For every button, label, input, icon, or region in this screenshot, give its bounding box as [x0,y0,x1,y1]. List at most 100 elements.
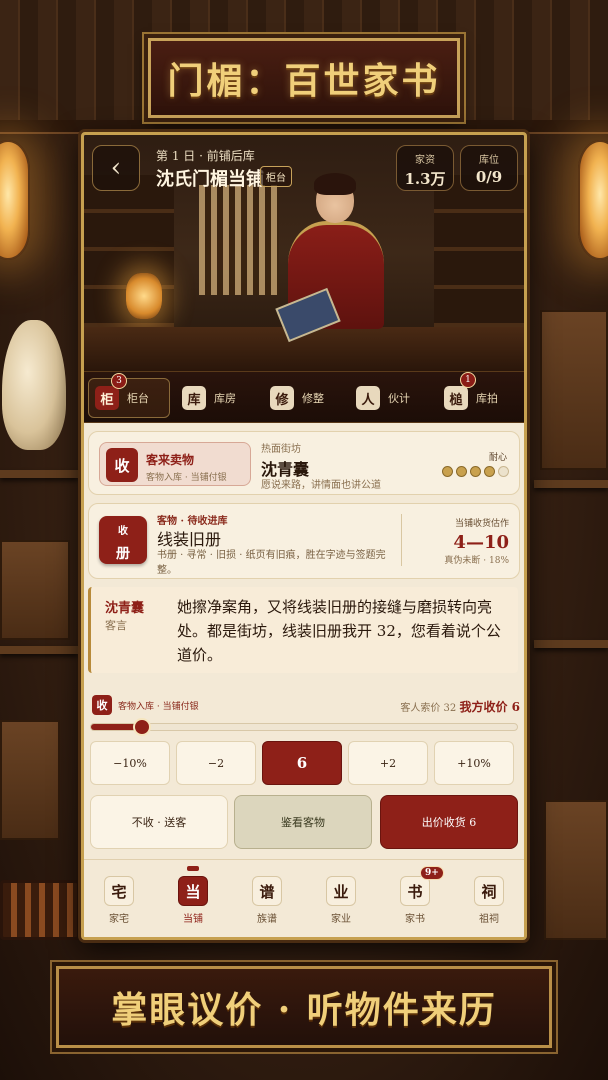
buy-icon: 收 [92,695,112,715]
refuse-button[interactable]: 不收 · 送客 [90,795,228,849]
asking-price: 客人索价 32 [400,703,457,714]
patience-dot [442,466,453,477]
item-icon[interactable]: 收 册 [99,516,147,564]
storage-value: 0/9 [475,168,503,186]
price-estimate: 当铺收货估作 4—10 真伪未断 · 18% [444,516,509,566]
letters-icon: 书 [400,876,430,906]
price-current[interactable]: 6 [262,741,342,785]
wealth-value: 1.3万 [404,170,446,188]
item-name: 线装旧册 [157,530,222,549]
tab-label: 族谱 [257,914,277,925]
shopkeeper-portrait [275,173,392,343]
shop-scene: ‹ 第 1 日 · 前铺后库 沈氏门楣当铺 柜台 家资 1.3万 库位 0/9 [84,135,524,371]
price-slider[interactable] [90,718,518,736]
staff-icon: 人 [356,386,380,410]
price-plus-10pct[interactable]: +10% [434,741,514,785]
buy-mode-icon: 收 [106,448,138,482]
wealth-label: 家资 [415,155,435,166]
shrine-icon: 祠 [474,876,504,906]
app-screen: ‹ 第 1 日 · 前铺后库 沈氏门楣当铺 柜台 家资 1.3万 库位 0/9 … [81,132,527,940]
stacked-boxes [0,720,60,840]
scene-shelves-right [434,175,524,345]
business-icon: 业 [326,876,356,906]
back-button[interactable]: ‹ [92,145,140,191]
mode-title: 客来卖物 [146,453,195,467]
guest-note: 愿说来路，讲情面也讲公道 [261,480,381,491]
tab-genealogy[interactable]: 谱 族谱 [242,868,292,925]
subnav-storage[interactable]: 库 库房 [176,378,242,418]
subnav-staff[interactable]: 人 伙计 [350,378,416,418]
item-status: 客物 · 待收进库 [157,516,228,527]
storage-label: 库位 [479,155,499,166]
left-shelf-lower [0,646,78,654]
cabinet [540,310,608,470]
game-title: 门楣：百世家书 [167,60,441,102]
gavel-icon: 槌 [444,386,468,410]
right-shelf-lower [534,640,608,648]
scene-shelves-left [84,175,174,345]
our-offer: 我方收价 6 [459,700,520,714]
item-description: 书册 · 寻常 · 旧损 · 纸页有旧痕，胜在字迹与签题完整。 [157,550,386,576]
speaker-role: 客言 [105,619,127,632]
porcelain-vase [2,320,66,450]
item-card: 收 册 客物 · 待收进库 线装旧册 书册 · 寻常 · 旧损 · 纸页有旧痕，… [88,503,520,579]
subnav-counter[interactable]: 柜 柜台 3 [88,373,170,418]
wooden-chest [0,540,70,640]
carved-chest [544,800,608,940]
estimate-range: 4—10 [453,532,509,553]
subnav-badge: 3 [111,373,127,389]
patience-dot [498,466,509,477]
estimate-note: 真伪未断 · 18% [444,556,509,566]
location-tag: 柜台 [260,166,292,187]
speaker-name: 沈青囊 [105,601,145,616]
tab-business[interactable]: 业 家业 [316,868,366,925]
price-minus-10pct[interactable]: −10% [90,741,170,785]
right-shelf [534,480,608,488]
subnav-label: 柜台 [127,392,149,405]
slogan-plaque: 掌眼议价 · 听物件来历 [56,966,552,1048]
subnav-auction[interactable]: 槌 库拍 1 [438,372,504,418]
slogan-text: 掌眼议价 · 听物件来历 [111,989,497,1031]
guest-type: 热面街坊 [261,444,301,455]
subnav-label: 修整 [302,392,324,405]
inspect-button[interactable]: 鉴看客物 [234,795,372,849]
wealth-stat: 家资 1.3万 [396,145,454,191]
transaction-mode[interactable]: 收 客来卖物 客物入库 · 当铺付银 [99,442,251,486]
confirm-offer-button[interactable]: 出价收货 6 [380,795,518,849]
patience-meter [442,466,509,477]
day-indicator: 第 1 日 · 前铺后库 [156,149,255,163]
tab-label: 祖祠 [479,914,499,925]
abacus [0,880,80,940]
tab-letters[interactable]: 9+ 书 家书 [390,866,444,925]
subnav-repair[interactable]: 修 修整 [264,378,330,418]
tab-label: 家宅 [109,914,129,925]
storage-stat: 库位 0/9 [460,145,518,191]
dialogue-text: 她擦净案角，又将线装旧册的接缝与磨损转向亮处。都是街坊，线装旧册我开 32，您看… [177,598,501,664]
game-title-plaque: 门楣：百世家书 [148,38,460,118]
price-minus-2[interactable]: −2 [176,741,256,785]
oil-lamp [126,273,162,319]
letters-badge: 9+ [420,866,444,880]
patience-label: 耐心 [488,453,507,463]
price-plus-2[interactable]: +2 [348,741,428,785]
bid-summary: 客人索价 32 我方收价 6 [400,698,520,715]
tab-label: 家书 [405,914,425,925]
patience-dot [484,466,495,477]
item-icon-bottom: 册 [116,546,130,562]
bid-header: 收 客物入库 · 当铺付银 客人索价 32 我方收价 6 [90,695,520,717]
left-lantern [0,140,30,260]
dialogue-box: 沈青囊 客言 她擦净案角，又将线装旧册的接缝与磨损转向亮处。都是街坊，线装旧册我… [88,587,518,673]
repair-icon: 修 [270,386,294,410]
tab-pawnshop[interactable]: 当 当铺 [168,866,218,925]
tab-home[interactable]: 宅 家宅 [94,868,144,925]
lattice-window [199,185,279,295]
shop-title: 沈氏门楣当铺 [156,169,264,190]
tab-label: 家业 [331,914,351,925]
home-icon: 宅 [104,876,134,906]
subnav-label: 库房 [214,392,236,405]
slider-handle[interactable] [133,718,152,736]
tab-shrine[interactable]: 祠 祖祠 [464,868,514,925]
mode-steps: 客物入库 · 当铺付银 [146,473,227,483]
chevron-left-icon: ‹ [110,153,122,183]
active-indicator [187,866,199,871]
